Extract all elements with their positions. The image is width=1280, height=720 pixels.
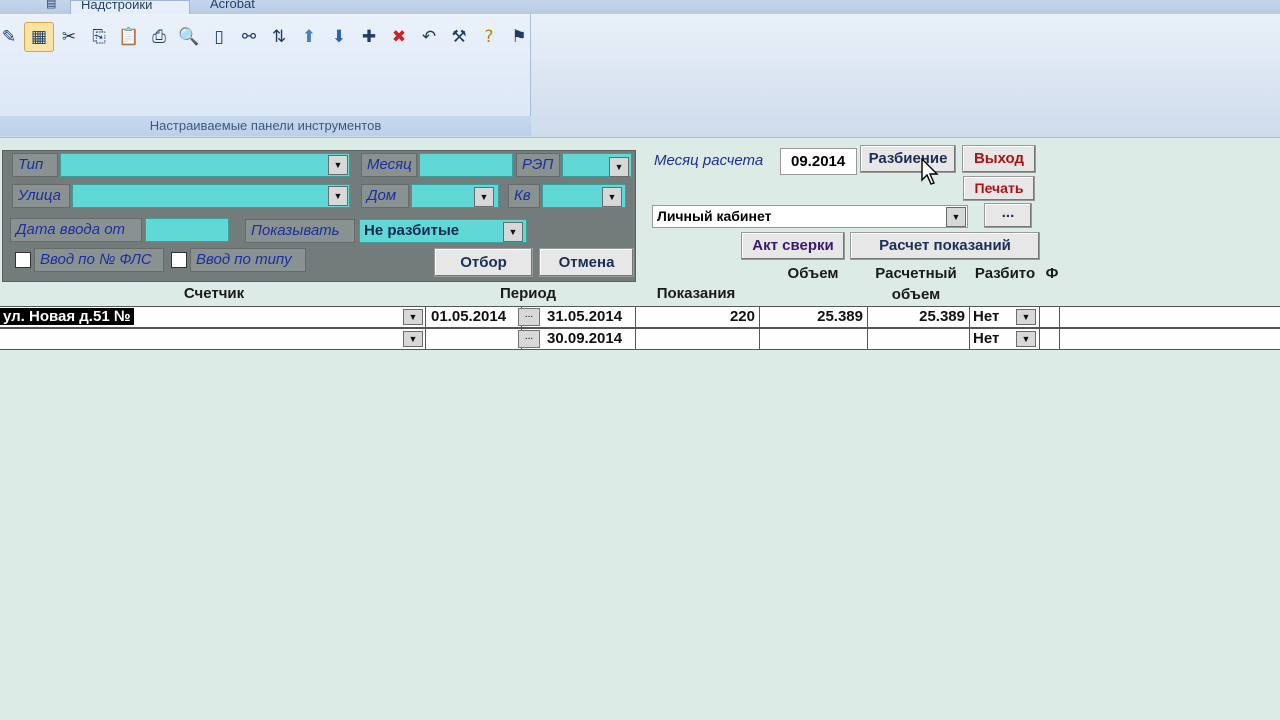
- filter-panel: Тип ▼ Месяц РЭП ▼ Улица ▼ Дом ▼ Кв ▼ Дат…: [2, 150, 636, 282]
- show-field[interactable]: Не разбитые: [359, 219, 527, 243]
- arrow-down-icon[interactable]: ⬇: [324, 22, 354, 52]
- mouse-cursor-icon: [921, 158, 939, 185]
- meter-dropdown-icon[interactable]: ▼: [403, 331, 423, 347]
- fls-checkbox[interactable]: [15, 252, 31, 268]
- show-dropdown-icon[interactable]: ▼: [503, 222, 523, 242]
- print-button[interactable]: Печать: [963, 176, 1035, 201]
- calc-volume-cell: [868, 329, 970, 349]
- split-button[interactable]: Разбиение: [860, 145, 956, 173]
- split-dropdown-icon[interactable]: ▼: [1016, 331, 1036, 347]
- cancel-filter-button[interactable]: Отмена: [539, 248, 634, 277]
- calc-month-label: Месяц расчета: [654, 152, 764, 169]
- office-button[interactable]: [2, 0, 32, 14]
- house-dropdown-icon[interactable]: ▼: [474, 187, 494, 207]
- f-cell[interactable]: [1040, 329, 1060, 349]
- ribbon-body: ✎ ▦ ✂ ⎘ 📋 ⎙ 🔍 ▯ ⚯ ⇅ ⬆ ⬇ ✚ ✖ ↶ ⚒ ? ⚑ Наст…: [0, 14, 1280, 138]
- print-preview-icon[interactable]: 🔍: [174, 22, 204, 52]
- meter-cell[interactable]: [0, 329, 426, 349]
- edit-pencil-icon[interactable]: ✎: [0, 22, 24, 52]
- reconciliation-act-button[interactable]: Акт сверки: [741, 232, 845, 260]
- readings-cell[interactable]: 220: [636, 307, 760, 327]
- date-from-label: Дата ввода от: [10, 218, 142, 242]
- fls-checkbox-label: Ввод по № ФЛС: [34, 248, 164, 272]
- period-ellipsis-button[interactable]: ...: [518, 308, 540, 326]
- street-dropdown-icon[interactable]: ▼: [328, 186, 348, 206]
- arrow-up-icon[interactable]: ⬆: [294, 22, 324, 52]
- custom-toolbars-group: ✎ ▦ ✂ ⎘ 📋 ⎙ 🔍 ▯ ⚯ ⇅ ⬆ ⬇ ✚ ✖ ↶ ⚒ ? ⚑ Наст…: [0, 14, 531, 136]
- house-label: Дом: [361, 184, 409, 208]
- f-header: Ф: [1045, 265, 1059, 282]
- toolbar: ✎ ▦ ✂ ⎘ 📋 ⎙ 🔍 ▯ ⚯ ⇅ ⬆ ⬇ ✚ ✖ ↶ ⚒ ? ⚑: [0, 22, 534, 52]
- find-binoculars-icon[interactable]: ⚯: [234, 22, 264, 52]
- volume-cell: 25.389: [760, 307, 868, 327]
- ellipsis-button[interactable]: ...: [984, 203, 1032, 228]
- period-to-cell[interactable]: 30.09.2014: [542, 329, 636, 349]
- type-checkbox[interactable]: [171, 252, 187, 268]
- f-cell[interactable]: [1040, 307, 1060, 327]
- ribbon-empty-area: [532, 14, 1280, 136]
- apt-dropdown-icon[interactable]: ▼: [602, 187, 622, 207]
- type-label: Тип: [12, 153, 58, 177]
- cut-icon[interactable]: ✂: [54, 22, 84, 52]
- date-from-field[interactable]: [145, 218, 229, 242]
- page-icon[interactable]: ▯: [204, 22, 234, 52]
- calc-volume-cell: 25.389: [868, 307, 970, 327]
- run-icon[interactable]: ⚑: [504, 22, 534, 52]
- paste-icon[interactable]: 📋: [114, 22, 144, 52]
- period-from-cell[interactable]: [426, 329, 522, 349]
- type-checkbox-label: Ввод по типу: [190, 248, 306, 272]
- meter-cell-text: ул. Новая д.51 №: [0, 308, 134, 325]
- group-label: Настраиваемые панели инструментов: [0, 116, 531, 136]
- rep-dropdown-icon[interactable]: ▼: [609, 157, 629, 177]
- calc-volume-header-line1: Расчетный: [875, 265, 957, 282]
- period-ellipsis-button[interactable]: ...: [518, 330, 540, 348]
- copy-icon[interactable]: ⎘: [84, 22, 114, 52]
- apply-filter-button[interactable]: Отбор: [434, 248, 533, 277]
- help-icon[interactable]: ?: [474, 22, 504, 52]
- readings-cell[interactable]: [636, 329, 760, 349]
- split-header: Разбито: [974, 265, 1036, 282]
- table-row[interactable]: ▼ ... 30.09.2014 Нет ▼: [0, 328, 1280, 350]
- tab-addins[interactable]: Надстройки: [70, 0, 190, 14]
- meter-dropdown-icon[interactable]: ▼: [403, 309, 423, 325]
- street-label: Улица: [12, 184, 70, 208]
- table-row[interactable]: ул. Новая д.51 № ▼ 01.05.2014 ... 31.05.…: [0, 306, 1280, 328]
- new-record-icon[interactable]: ✚: [354, 22, 384, 52]
- show-label: Показывать: [245, 219, 355, 243]
- calc-volume-header-line2: объем: [891, 286, 941, 303]
- print-icon[interactable]: ⎙: [144, 22, 174, 52]
- period-from-cell[interactable]: 01.05.2014: [426, 307, 522, 327]
- sort-az-icon[interactable]: ⇅: [264, 22, 294, 52]
- meter-cell[interactable]: ул. Новая д.51 №: [0, 307, 426, 327]
- undo-icon[interactable]: ↶: [414, 22, 444, 52]
- type-dropdown-icon[interactable]: ▼: [328, 155, 348, 175]
- type-field[interactable]: [60, 153, 350, 177]
- quick-access-icon[interactable]: ▤: [36, 0, 66, 14]
- calc-month-field[interactable]: 09.2014: [780, 148, 857, 175]
- tools-icon[interactable]: ⚒: [444, 22, 474, 52]
- month-label: Месяц: [361, 153, 417, 177]
- month-field[interactable]: [419, 153, 513, 177]
- period-header: Период: [500, 285, 556, 302]
- cabinet-dropdown-icon[interactable]: ▼: [946, 207, 966, 227]
- form-view-icon[interactable]: ▦: [24, 22, 54, 52]
- meter-header: Счетчик: [183, 285, 245, 302]
- split-dropdown-icon[interactable]: ▼: [1016, 309, 1036, 325]
- apt-label: Кв: [508, 184, 540, 208]
- ribbon-tab-bar: ▤ Надстройки Acrobat: [0, 0, 1280, 14]
- cabinet-select[interactable]: Личный кабинет: [652, 205, 968, 228]
- rep-label: РЭП: [516, 153, 560, 177]
- delete-record-icon[interactable]: ✖: [384, 22, 414, 52]
- exit-button[interactable]: Выход: [962, 145, 1036, 173]
- volume-cell: [760, 329, 868, 349]
- street-field[interactable]: [72, 184, 350, 208]
- period-to-cell[interactable]: 31.05.2014: [542, 307, 636, 327]
- calc-readings-button[interactable]: Расчет показаний: [850, 232, 1040, 260]
- volume-header: Объем: [787, 265, 839, 282]
- readings-header: Показания: [656, 285, 736, 302]
- tab-acrobat[interactable]: Acrobat: [200, 0, 290, 14]
